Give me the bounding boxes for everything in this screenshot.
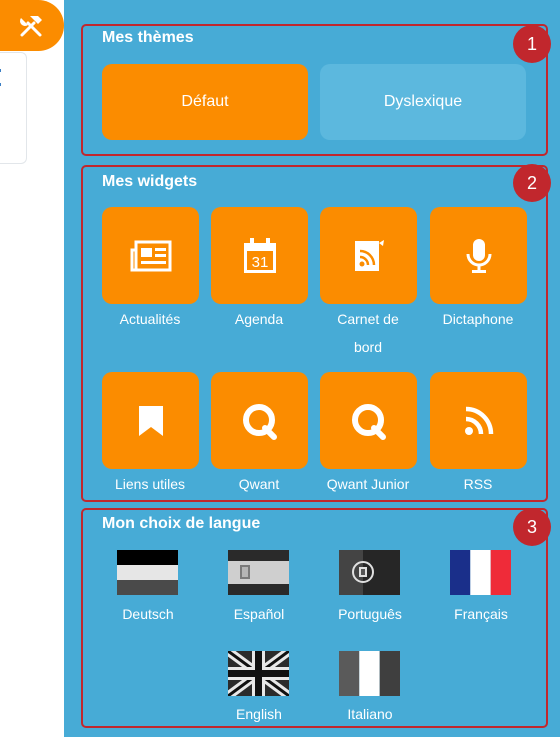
widget-qwant-button[interactable] bbox=[211, 372, 308, 469]
notebook-rss-icon bbox=[354, 239, 384, 271]
language-portugues-label[interactable]: Português bbox=[320, 606, 420, 622]
french-flag-icon[interactable] bbox=[450, 550, 511, 595]
widget-links-label: Liens utiles bbox=[114, 476, 186, 492]
widget-links-button[interactable] bbox=[102, 372, 199, 469]
language-espanol-label[interactable]: Español bbox=[209, 606, 309, 622]
language-title: Mon choix de langue bbox=[102, 515, 261, 532]
theme-dyslexic-button[interactable]: Dyslexique bbox=[320, 64, 526, 140]
widget-rss-button[interactable] bbox=[430, 372, 527, 469]
themes-title: Mes thèmes bbox=[102, 29, 194, 46]
tools-tab-button[interactable] bbox=[0, 0, 64, 51]
widget-news-button[interactable] bbox=[102, 207, 199, 304]
widget-rss-label: RSS bbox=[463, 476, 493, 492]
widget-notebook-label-line1: Carnet de bbox=[337, 311, 399, 327]
tools-icon bbox=[19, 16, 42, 37]
side-card-fragment bbox=[0, 69, 2, 86]
language-francais-label[interactable]: Français bbox=[431, 606, 531, 622]
uk-flag-icon[interactable] bbox=[228, 651, 289, 696]
qwant-icon bbox=[242, 403, 277, 440]
widget-news-label: Actualités bbox=[119, 311, 181, 327]
widget-dictaphone-button[interactable] bbox=[430, 207, 527, 304]
side-card bbox=[0, 52, 27, 164]
portuguese-flag-icon[interactable] bbox=[339, 550, 400, 595]
rss-icon bbox=[464, 406, 493, 435]
newspaper-icon bbox=[130, 240, 171, 271]
widget-notebook-button[interactable] bbox=[320, 207, 417, 304]
calendar-icon-day: 31 bbox=[251, 254, 268, 271]
widget-dictaphone-label: Dictaphone bbox=[442, 311, 514, 327]
language-deutsch-label[interactable]: Deutsch bbox=[98, 606, 198, 622]
widget-notebook-label-line2: bord bbox=[353, 339, 383, 355]
widgets-title: Mes widgets bbox=[102, 173, 198, 190]
microphone-icon bbox=[466, 238, 491, 273]
annotation-badge-3: 3 bbox=[513, 508, 551, 546]
german-flag-icon[interactable] bbox=[117, 550, 178, 595]
theme-default-button[interactable]: Défaut bbox=[102, 64, 308, 140]
widget-agenda-label: Agenda bbox=[234, 311, 284, 327]
spanish-flag-icon[interactable] bbox=[228, 550, 289, 595]
language-english-label[interactable]: English bbox=[209, 706, 309, 722]
language-italiano-label[interactable]: Italiano bbox=[320, 706, 420, 722]
annotation-badge-2: 2 bbox=[513, 164, 551, 202]
calendar-icon: 31 bbox=[243, 237, 276, 273]
widget-qwant-junior-label: Qwant Junior bbox=[326, 476, 410, 492]
qwant-junior-icon bbox=[351, 403, 386, 440]
bookmark-icon bbox=[138, 405, 163, 436]
widget-qwant-junior-button[interactable] bbox=[320, 372, 417, 469]
widget-agenda-button[interactable]: 31 bbox=[211, 207, 308, 304]
annotation-badge-1: 1 bbox=[513, 25, 551, 63]
widget-qwant-label: Qwant bbox=[238, 476, 280, 492]
italian-flag-icon[interactable] bbox=[339, 651, 400, 696]
widget-notebook-label: Carnet de bord bbox=[308, 305, 428, 361]
